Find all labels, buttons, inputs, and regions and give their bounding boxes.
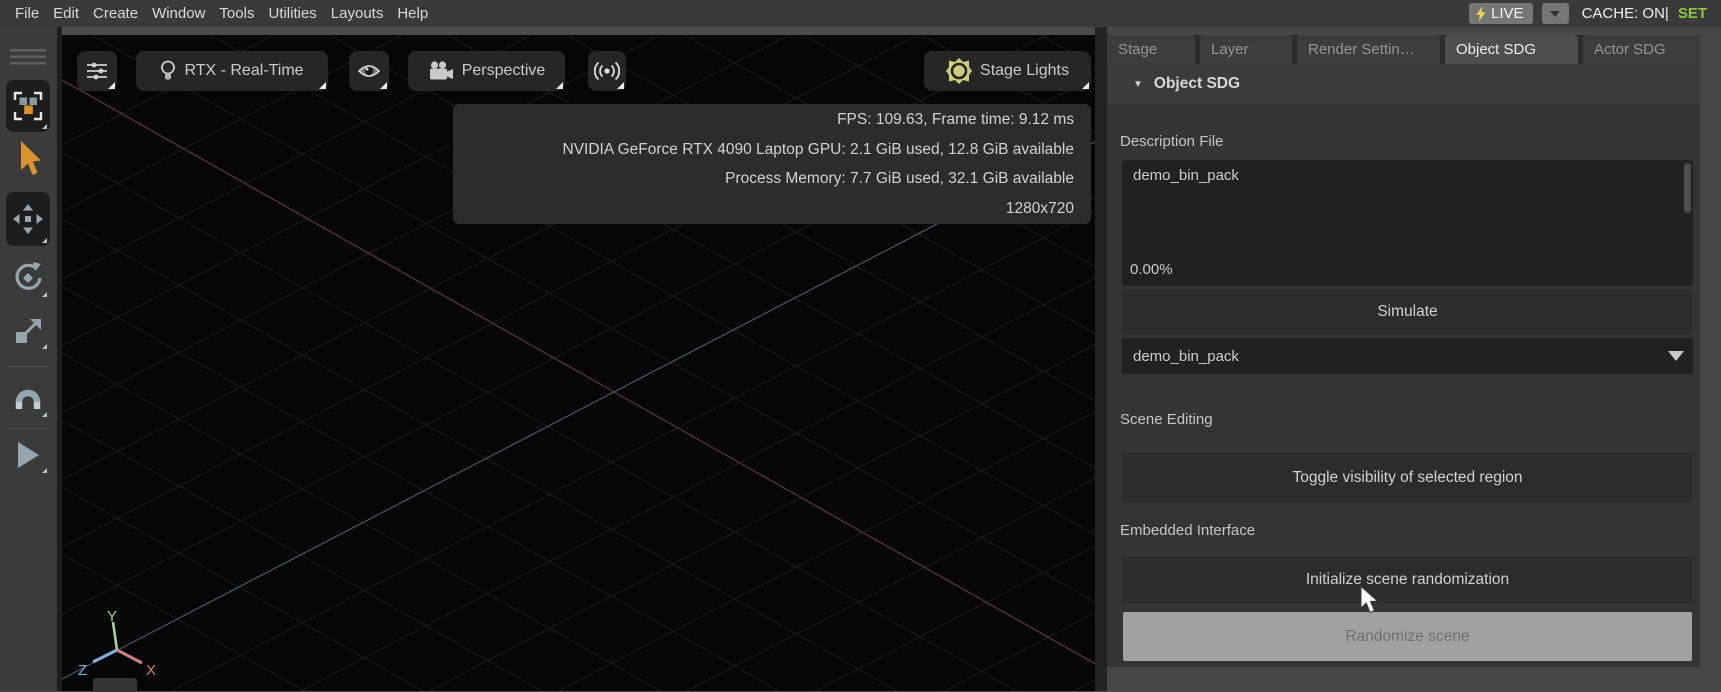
scale-tool-icon <box>16 319 41 343</box>
scale-tool-button[interactable] <box>6 312 50 352</box>
camera-button[interactable]: Perspective <box>408 51 565 91</box>
left-toolbar <box>0 27 62 691</box>
pointer-arrow-icon <box>1360 585 1379 614</box>
scene-dropdown-value: demo_bin_pack <box>1133 347 1239 365</box>
mouse-cursor <box>1360 585 1382 621</box>
select-arrow-icon <box>20 141 41 175</box>
tab-stage[interactable]: Stage <box>1107 35 1195 64</box>
stats-resolution: 1280x720 <box>1005 199 1074 217</box>
menu-create[interactable]: Create <box>86 5 145 22</box>
snap-tool-button[interactable] <box>6 380 50 420</box>
lightbulb-icon <box>161 60 176 80</box>
initialize-randomization-button[interactable]: Initialize scene randomization <box>1123 557 1692 603</box>
menu-bar: File Edit Create Window Tools Utilities … <box>0 0 1721 27</box>
randomize-scene-button[interactable]: Randomize scene <box>1123 612 1692 661</box>
drag-handle-icon <box>10 49 46 65</box>
chevron-down-icon <box>1550 10 1561 17</box>
toolbar-separator <box>8 428 48 429</box>
viewport-bottom-chip <box>93 678 137 692</box>
axis-x-label: X <box>146 662 156 679</box>
scene-editing-label: Scene Editing <box>1120 411 1213 428</box>
stats-memory: Process Memory: 7.7 GiB used, 32.1 GiB a… <box>725 170 1074 187</box>
broadcast-button[interactable] <box>588 51 626 91</box>
lightning-bolt-icon <box>1476 5 1486 22</box>
magnet-icon <box>15 389 41 409</box>
stage-lights-label: Stage Lights <box>980 62 1069 79</box>
menu-layouts[interactable]: Layouts <box>324 5 391 22</box>
axis-z-label: Z <box>78 662 87 679</box>
menu-utilities[interactable]: Utilities <box>261 5 323 22</box>
stage-lights-button[interactable]: Stage Lights <box>924 51 1091 91</box>
panel-tab-bar: Stage Layer Render Settin… Object SDG Ac… <box>1107 35 1700 64</box>
viewport-stats-overlay: FPS: 109.63, Frame time: 9.12 ms NVIDIA … <box>453 104 1091 224</box>
menu-file[interactable]: File <box>8 5 46 22</box>
description-file-label: Description File <box>1120 133 1224 150</box>
visibility-button[interactable] <box>349 51 389 91</box>
tab-render-settings[interactable]: Render Settin… <box>1297 35 1440 64</box>
toggle-visibility-button[interactable]: Toggle visibility of selected region <box>1123 453 1692 502</box>
sliders-icon <box>87 62 107 80</box>
menu-help[interactable]: Help <box>390 5 435 22</box>
selection-mode-button[interactable] <box>6 80 50 132</box>
axis-y-label: Y <box>107 608 117 625</box>
menu-edit[interactable]: Edit <box>46 5 86 22</box>
field-scrollbar-thumb[interactable] <box>1684 163 1691 213</box>
move-tool-button[interactable] <box>6 192 50 246</box>
camera-icon <box>429 61 453 80</box>
rotate-tool-button[interactable] <box>6 256 50 300</box>
settings-link[interactable]: SET <box>1678 5 1707 22</box>
tab-actor-sdg[interactable]: Actor SDG <box>1583 35 1700 64</box>
play-icon <box>18 442 39 468</box>
tab-layer[interactable]: Layer <box>1200 35 1292 64</box>
collapse-triangle-icon: ▼ <box>1133 78 1143 90</box>
section-title: Object SDG <box>1153 75 1241 92</box>
selection-mode-cubes-icon <box>13 91 43 121</box>
simulate-button[interactable]: Simulate <box>1123 290 1692 334</box>
move-tool-icon <box>13 204 43 234</box>
object-sdg-panel: ▼ Object SDG Description File demo_bin_p… <box>1107 64 1700 667</box>
live-dropdown-button[interactable] <box>1541 3 1569 24</box>
description-file-input[interactable]: demo_bin_pack 0.00% <box>1122 160 1693 286</box>
right-panel: Stage Layer Render Settin… Object SDG Ac… <box>1107 27 1721 691</box>
cache-status: CACHE: ON| <box>1581 5 1669 22</box>
live-button[interactable]: LIVE <box>1469 3 1533 24</box>
pane-splitter[interactable] <box>1095 27 1107 691</box>
render-mode-button[interactable]: RTX - Real-Time <box>136 51 328 91</box>
toolbar-separator <box>8 366 48 367</box>
render-mode-label: RTX - Real-Time <box>184 62 304 79</box>
description-file-value: demo_bin_pack <box>1133 167 1239 184</box>
viewport-3d[interactable]: Y X Z RTX - Real-Time Perspective Stage … <box>62 35 1095 692</box>
select-tool-button[interactable] <box>0 140 56 180</box>
viewport-settings-button[interactable] <box>77 51 117 91</box>
stage-light-icon <box>946 58 973 84</box>
viewport-frame-top <box>62 27 1095 35</box>
broadcast-icon <box>594 61 620 81</box>
stats-fps: FPS: 109.63, Frame time: 9.12 ms <box>837 111 1074 128</box>
rotate-tool-icon <box>15 262 42 290</box>
object-sdg-section-header[interactable]: ▼ Object SDG <box>1107 64 1700 104</box>
menubar-status-cluster: LIVE CACHE: ON| SET <box>1469 0 1721 27</box>
toolbar-drag-handle[interactable] <box>0 48 56 66</box>
scene-dropdown[interactable]: demo_bin_pack <box>1122 338 1693 374</box>
stats-gpu: NVIDIA GeForce RTX 4090 Laptop GPU: 2.1 … <box>562 140 1075 158</box>
dropdown-caret-icon <box>1668 351 1684 361</box>
menu-window[interactable]: Window <box>145 5 212 22</box>
eye-icon <box>357 65 381 77</box>
live-label: LIVE <box>1491 5 1524 22</box>
app-window: File Edit Create Window Tools Utilities … <box>0 0 1721 692</box>
embedded-interface-label: Embedded Interface <box>1120 522 1256 539</box>
description-file-progress: 0.00% <box>1130 261 1173 278</box>
menu-tools[interactable]: Tools <box>212 5 261 22</box>
play-button[interactable] <box>6 436 50 476</box>
camera-label: Perspective <box>461 62 546 79</box>
tab-object-sdg[interactable]: Object SDG <box>1445 35 1578 64</box>
